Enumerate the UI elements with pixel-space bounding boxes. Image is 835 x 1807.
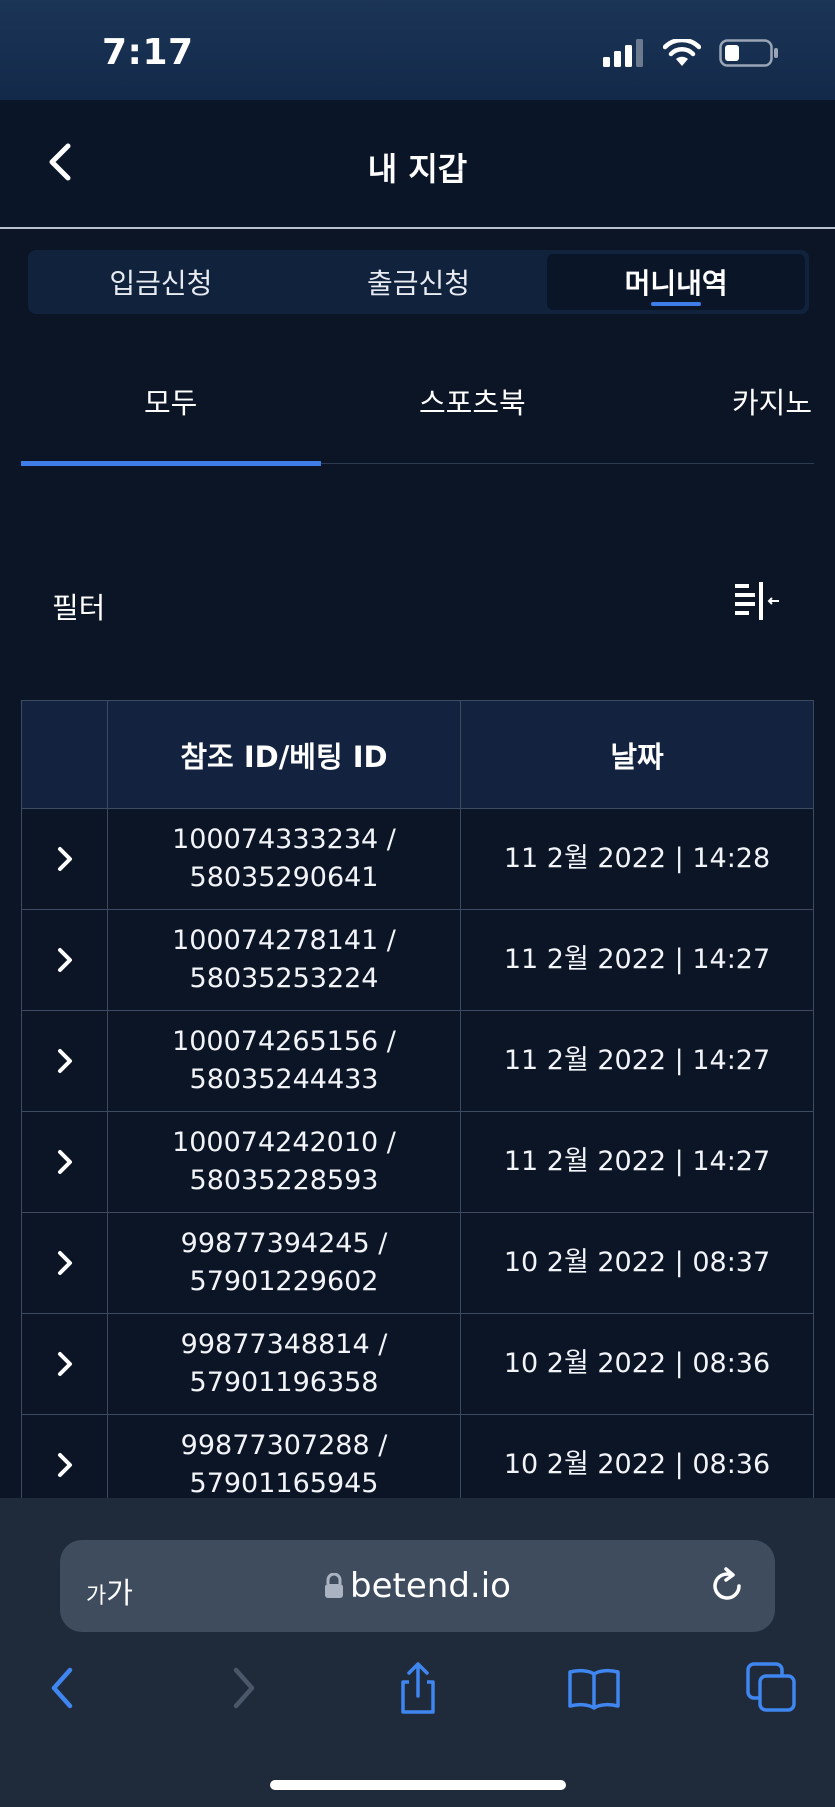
category-tabs: 모두 스포츠북 카지노 bbox=[21, 360, 814, 466]
screen: 7:17 내 지갑 입금신청 출금신청 머니내역 모두 스포츠북 카지노 필터 … bbox=[0, 0, 835, 1807]
tab-sportsbook[interactable]: 스포츠북 bbox=[419, 380, 526, 422]
ref-bet-id-cell: 99877394245 / 57901229602 bbox=[107, 1212, 461, 1314]
bet-id: 58035290641 bbox=[189, 862, 379, 893]
home-indicator bbox=[270, 1780, 566, 1790]
filter-label[interactable]: 필터 bbox=[52, 585, 105, 627]
table-row[interactable]: 100074333234 / 58035290641 11 2월 2022 | 1… bbox=[21, 808, 814, 910]
expand-cell[interactable] bbox=[21, 1111, 108, 1213]
table-header-row: 참조 ID/베팅 ID 날짜 bbox=[21, 700, 814, 809]
battery-icon bbox=[719, 39, 778, 67]
url-display[interactable]: betend.io bbox=[60, 1566, 775, 1606]
tabs-icon[interactable] bbox=[744, 1660, 800, 1716]
reload-icon[interactable] bbox=[707, 1566, 747, 1606]
browser-bottom-bar: 가가 betend.io bbox=[0, 1498, 835, 1807]
ref-id: 100074242010 / bbox=[172, 1127, 396, 1158]
wifi-icon bbox=[663, 39, 701, 66]
date-cell: 11 2월 2022 | 14:27 bbox=[460, 909, 814, 1011]
bet-id: 58035253224 bbox=[189, 963, 379, 994]
chevron-right-icon[interactable] bbox=[52, 1349, 78, 1379]
date-cell: 11 2월 2022 | 14:27 bbox=[460, 1111, 814, 1213]
date-cell: 11 2월 2022 | 14:28 bbox=[460, 808, 814, 910]
cellular-signal-icon bbox=[603, 39, 643, 67]
chevron-right-icon[interactable] bbox=[52, 1450, 78, 1480]
tab-deposit-request[interactable]: 입금신청 bbox=[32, 254, 290, 310]
share-icon[interactable] bbox=[390, 1660, 446, 1716]
ref-bet-id-cell: 100074333234 / 58035290641 bbox=[107, 808, 461, 910]
expand-cell[interactable] bbox=[21, 1010, 108, 1112]
ref-id: 99877394245 / bbox=[180, 1228, 388, 1259]
segment-tabs: 입금신청 출금신청 머니내역 bbox=[28, 250, 809, 314]
chevron-right-icon[interactable] bbox=[52, 1147, 78, 1177]
date-cell: 11 2월 2022 | 14:27 bbox=[460, 1010, 814, 1112]
tab-money-history[interactable]: 머니내역 bbox=[547, 254, 806, 310]
forward-icon[interactable] bbox=[214, 1660, 270, 1716]
ref-bet-id-cell: 100074265156 / 58035244433 bbox=[107, 1010, 461, 1112]
table-row[interactable]: 99877394245 / 57901229602 10 2월 2022 | 08… bbox=[21, 1212, 814, 1314]
active-tab-indicator bbox=[21, 461, 321, 466]
date-cell: 10 2월 2022 | 08:36 bbox=[460, 1313, 814, 1415]
url-text: betend.io bbox=[350, 1566, 511, 1606]
ref-id: 99877348814 / bbox=[180, 1329, 388, 1360]
ref-bet-id-cell: 99877348814 / 57901196358 bbox=[107, 1313, 461, 1415]
status-time: 7:17 bbox=[102, 32, 194, 73]
expand-cell[interactable] bbox=[21, 808, 108, 910]
tab-withdraw-request[interactable]: 출금신청 bbox=[290, 254, 548, 310]
bookmarks-icon[interactable] bbox=[566, 1660, 622, 1716]
table-row[interactable]: 100074278141 / 58035253224 11 2월 2022 | 1… bbox=[21, 909, 814, 1011]
bet-id: 58035244433 bbox=[189, 1064, 379, 1095]
expand-cell[interactable] bbox=[21, 1212, 108, 1314]
header-expand bbox=[21, 700, 108, 809]
back-icon[interactable] bbox=[36, 1660, 92, 1716]
chevron-right-icon[interactable] bbox=[52, 844, 78, 874]
ref-id: 100074265156 / bbox=[172, 1026, 396, 1057]
header-date: 날짜 bbox=[460, 700, 814, 809]
date-cell: 10 2월 2022 | 08:37 bbox=[460, 1212, 814, 1314]
app-header: 내 지갑 bbox=[0, 100, 835, 229]
header-ref-bet-id: 참조 ID/베팅 ID bbox=[107, 700, 461, 809]
expand-cell[interactable] bbox=[21, 909, 108, 1011]
page-title: 내 지갑 bbox=[367, 150, 468, 188]
table-row[interactable]: 99877348814 / 57901196358 10 2월 2022 | 08… bbox=[21, 1313, 814, 1415]
table-row[interactable]: 100074242010 / 58035228593 11 2월 2022 | 1… bbox=[21, 1111, 814, 1213]
tab-all[interactable]: 모두 bbox=[144, 380, 197, 422]
bet-id: 58035228593 bbox=[189, 1165, 379, 1196]
chevron-right-icon[interactable] bbox=[52, 1248, 78, 1278]
table-row[interactable]: 100074265156 / 58035244433 11 2월 2022 | 1… bbox=[21, 1010, 814, 1112]
chevron-right-icon[interactable] bbox=[52, 945, 78, 975]
tab-casino[interactable]: 카지노 bbox=[732, 380, 812, 422]
lock-icon bbox=[325, 1573, 344, 1598]
ref-id: 100074333234 / bbox=[172, 824, 396, 855]
address-bar[interactable]: 가가 betend.io bbox=[60, 1540, 775, 1632]
ref-bet-id-cell: 100074278141 / 58035253224 bbox=[107, 909, 461, 1011]
expand-cell[interactable] bbox=[21, 1313, 108, 1415]
chevron-right-icon[interactable] bbox=[52, 1046, 78, 1076]
filter-toggle-icon[interactable] bbox=[735, 582, 781, 622]
bet-id: 57901165945 bbox=[189, 1468, 379, 1499]
bet-id: 57901196358 bbox=[189, 1367, 379, 1398]
money-history-table: 참조 ID/베팅 ID 날짜 100074333234 / 58035290641… bbox=[21, 700, 814, 1516]
ref-id: 99877307288 / bbox=[180, 1430, 388, 1461]
bet-id: 57901229602 bbox=[189, 1266, 379, 1297]
status-icons bbox=[603, 38, 779, 68]
status-bar: 7:17 bbox=[0, 0, 835, 100]
ref-id: 100074278141 / bbox=[172, 925, 396, 956]
ref-bet-id-cell: 100074242010 / 58035228593 bbox=[107, 1111, 461, 1213]
